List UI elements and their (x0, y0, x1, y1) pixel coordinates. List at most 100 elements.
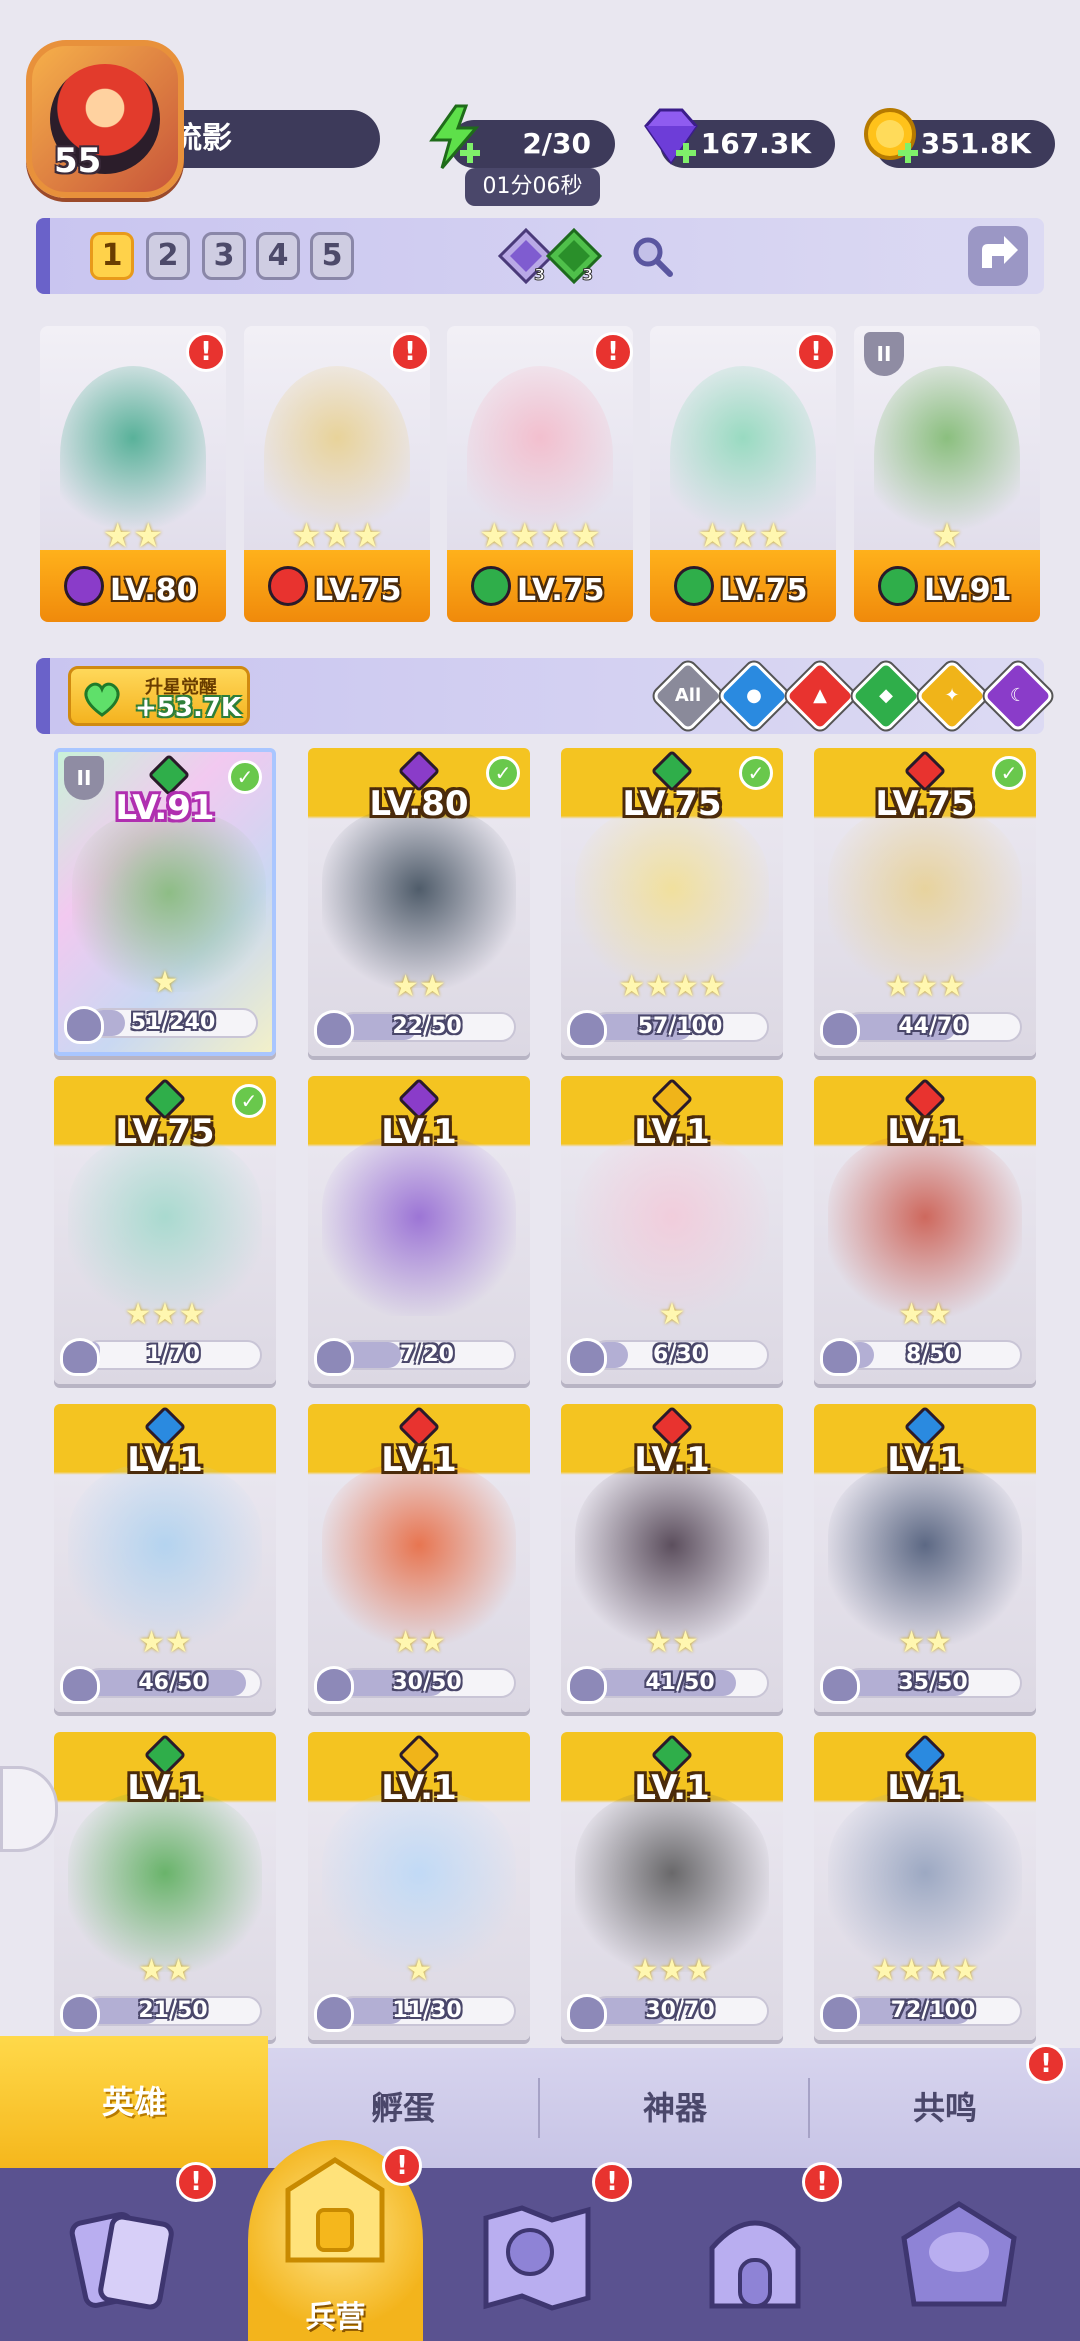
hero-level: LV.1 (634, 1440, 710, 1480)
player-avatar[interactable]: 55 (26, 40, 184, 198)
hero-portrait (828, 1792, 1022, 1972)
shard-progress-text: 72/100 (890, 1998, 976, 2023)
hero-stars: ★★ (392, 969, 446, 1004)
team-tab-1[interactable]: 1 (90, 232, 134, 280)
floating-assistant-avatar[interactable] (0, 1766, 58, 1852)
hero-card[interactable]: LV.1 ★★ 21/50 (54, 1732, 276, 2040)
hero-card[interactable]: LV.1 ★★ 8/50 (814, 1076, 1036, 1384)
filter-water-button[interactable]: ● (717, 659, 791, 733)
shard-progress-bar: 8/50 (844, 1340, 1022, 1370)
shard-progress-text: 6/30 (653, 1342, 707, 1367)
shard-progress-bar: 21/50 (84, 1996, 262, 2026)
fire-element-icon (268, 566, 308, 606)
team-tab-2[interactable]: 2 (146, 232, 190, 280)
hero-card[interactable]: LV.1 ★★ 30/50 (308, 1404, 530, 1712)
shard-icon (60, 1994, 100, 2032)
team-tab-5[interactable]: 5 (310, 232, 354, 280)
in-team-check-icon: ✓ (228, 760, 262, 794)
tab-heroes[interactable]: 英雄 (0, 2036, 268, 2168)
shard-progress-bar: 41/50 (591, 1668, 769, 1698)
hero-card[interactable]: LV.80 ✓ ★★ 22/50 (308, 748, 530, 1056)
shard-progress-bar: 6/30 (591, 1340, 769, 1370)
nav-shop-button[interactable] (690, 2198, 820, 2318)
nature-element-icon (674, 566, 714, 606)
hero-portrait (575, 808, 769, 988)
barracks-subtabs: 英雄 孵蛋 神器 共鸣 ! (0, 2036, 1080, 2168)
shard-icon (567, 1994, 607, 2032)
hero-stars: ★ (151, 965, 179, 1000)
shard-progress-bar: 72/100 (844, 1996, 1022, 2026)
hero-level: LV.1 (634, 1768, 710, 1808)
hero-level: LV.1 (887, 1440, 963, 1480)
dark-element-icon (64, 566, 104, 606)
hero-portrait (322, 1792, 516, 1972)
shard-icon (820, 1994, 860, 2032)
green-count: 3 (582, 265, 593, 284)
awaken-value: +53.7K (135, 693, 242, 723)
hero-card[interactable]: LV.1 ★★★ 30/70 (561, 1732, 783, 2040)
nav-cards-button[interactable] (58, 2198, 188, 2318)
share-icon (982, 236, 1018, 268)
filter-fire-button[interactable]: ▲ (783, 659, 857, 733)
tab-artifacts[interactable]: 神器 (540, 2048, 810, 2168)
hero-level: LV.1 (127, 1768, 203, 1808)
hero-card[interactable]: LV.1 ★★ 41/50 (561, 1404, 783, 1712)
resonance-alert-icon: ! (1026, 2044, 1066, 2084)
nav-cards-alert-icon: ! (176, 2162, 216, 2202)
moon-icon: ☾ (1009, 685, 1027, 706)
team-selector-bar: 1 2 3 4 5 3 3 (36, 218, 1044, 294)
nature-element-icon (471, 566, 511, 606)
shard-icon (820, 1338, 860, 1376)
shard-progress-text: 11/30 (392, 1998, 462, 2023)
hero-portrait (322, 808, 516, 988)
hero-card[interactable]: LV.91 ✓ II ★ 51/240 (54, 748, 276, 1056)
alert-icon: ! (186, 332, 226, 372)
shard-progress-bar: 1/70 (84, 1340, 262, 1370)
search-icon[interactable] (628, 232, 676, 280)
in-team-check-icon: ✓ (739, 756, 773, 790)
shard-icon (314, 1338, 354, 1376)
hero-level: LV.75 (622, 784, 722, 824)
energy-timer: 01分06秒 (465, 168, 600, 206)
hero-card[interactable]: LV.75 ✓ ★★★★ 57/100 (561, 748, 783, 1056)
filter-light-button[interactable]: ✦ (915, 659, 989, 733)
hero-card[interactable]: LV.1 ★★★★ 72/100 (814, 1732, 1036, 2040)
hero-stars: ★★★★ (871, 1953, 979, 1988)
hero-portrait (68, 1464, 262, 1644)
energy-icon (429, 104, 480, 169)
player-level: 55 (54, 141, 102, 181)
shard-progress-text: 21/50 (138, 1998, 208, 2023)
hero-card[interactable]: LV.1 7/20 (308, 1076, 530, 1384)
shard-progress-text: 46/50 (138, 1670, 208, 1695)
hero-portrait (322, 1464, 516, 1644)
hero-card[interactable]: LV.75 ✓ ★★★ 1/70 (54, 1076, 276, 1384)
share-button[interactable] (968, 226, 1028, 286)
hero-portrait (68, 1136, 262, 1316)
shard-progress-bar: 57/100 (591, 1012, 769, 1042)
hero-portrait (322, 1136, 516, 1316)
nav-guild-button[interactable] (894, 2198, 1024, 2318)
hero-card[interactable]: LV.1 ★★ 35/50 (814, 1404, 1036, 1712)
filter-dark-button[interactable]: ☾ (981, 659, 1055, 733)
shard-progress-text: 30/70 (645, 1998, 715, 2023)
shard-icon (820, 1010, 860, 1048)
star-awaken-button[interactable]: 升星觉醒 +53.7K (68, 666, 250, 726)
hero-level: LV.1 (634, 1112, 710, 1152)
hero-level: LV.1 (127, 1440, 203, 1480)
hero-card[interactable]: LV.1 ★ 6/30 (561, 1076, 783, 1384)
hero-card[interactable]: LV.1 ★★ 46/50 (54, 1404, 276, 1712)
nature-element-icon (878, 566, 918, 606)
gem-icon (644, 108, 698, 165)
team-tab-3[interactable]: 3 (202, 232, 246, 280)
hero-stars: ★★ (392, 1625, 446, 1660)
hero-card[interactable]: LV.1 ★ 11/30 (308, 1732, 530, 2040)
hero-card[interactable]: LV.75 ✓ ★★★ 44/70 (814, 748, 1036, 1056)
filter-all-button[interactable]: All (651, 659, 725, 733)
team-tab-4[interactable]: 4 (256, 232, 300, 280)
hero-stars: ★★ (898, 1625, 952, 1660)
hero-portrait (575, 1792, 769, 1972)
top-bar: 流影 55 2/30 01分06秒 167.3K 351.8K (0, 30, 1080, 220)
nav-map-button[interactable] (472, 2198, 602, 2318)
filter-nature-button[interactable]: ◆ (849, 659, 923, 733)
nav-map-alert-icon: ! (592, 2162, 632, 2202)
